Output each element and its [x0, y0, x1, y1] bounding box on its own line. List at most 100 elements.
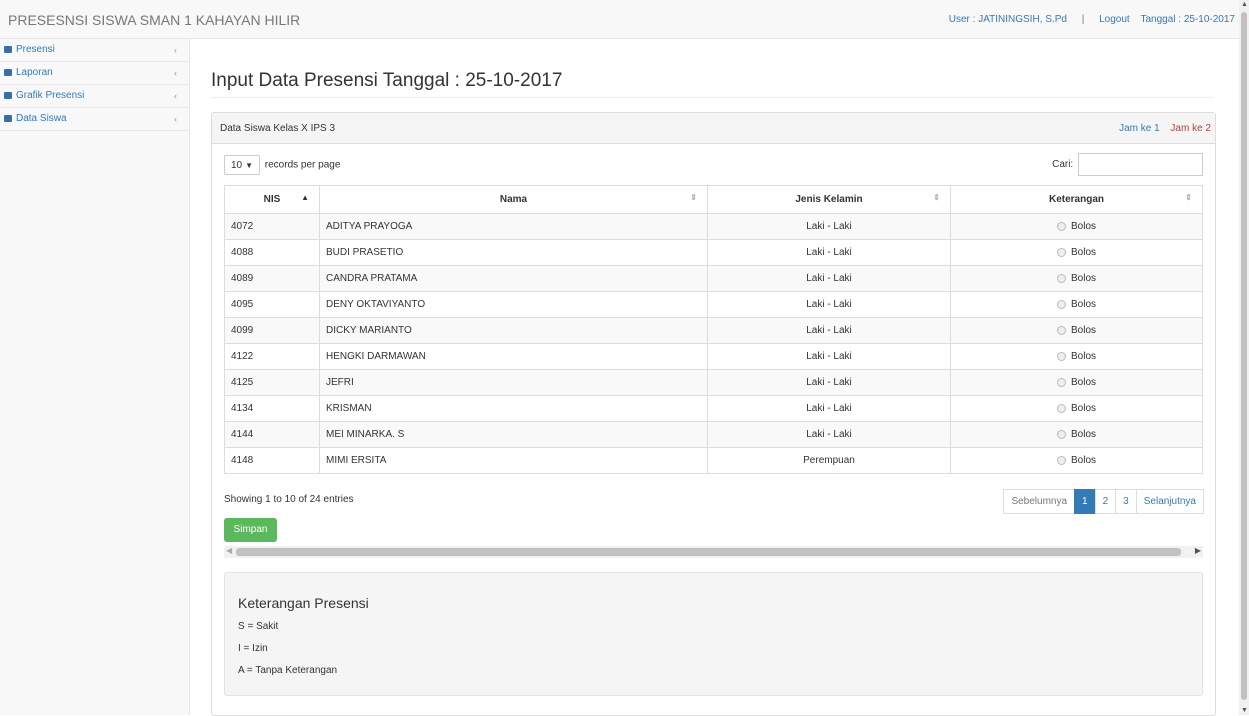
prev-page-button[interactable]: Sebelumnya — [1003, 489, 1076, 514]
next-page-button[interactable]: Selanjutnya — [1135, 489, 1204, 514]
column-header-jenis-kelamin[interactable]: Jenis Kelamin ⇕ — [707, 185, 951, 214]
bolos-radio[interactable] — [1056, 221, 1066, 231]
bolos-radio[interactable] — [1056, 377, 1066, 387]
column-label: Nama — [499, 194, 528, 205]
scroll-down-icon[interactable]: ▼ — [1241, 707, 1248, 714]
vertical-scrollbar[interactable]: ▲ ▼ — [1239, 0, 1249, 715]
bolos-radio[interactable] — [1056, 403, 1066, 413]
table-row: 4144 MEI MINARKA. S Laki - Laki Bolos — [224, 421, 1203, 448]
pagination: Sebelumnya 1 2 3 Selanjutnya — [1003, 489, 1204, 514]
column-header-nis[interactable]: NIS ▲ — [224, 185, 320, 214]
nis-cell: 4148 — [224, 447, 320, 474]
radio-label: Bolos — [1070, 247, 1096, 258]
jam-ke-2-link[interactable]: Jam ke 2 — [1170, 123, 1211, 134]
table-row: 4095 DENY OKTAVIYANTO Laki - Laki Bolos — [224, 291, 1203, 318]
column-label: NIS — [263, 194, 281, 205]
table-row: 4099 DICKY MARIANTO Laki - Laki Bolos — [224, 317, 1203, 344]
radio-label: Bolos — [1070, 429, 1096, 440]
bolos-radio[interactable] — [1056, 273, 1066, 283]
chevron-left-icon: ‹ — [174, 91, 177, 101]
page-2-button[interactable]: 2 — [1094, 489, 1117, 514]
horizontal-scrollbar[interactable]: ◀ ▶ — [224, 546, 1203, 558]
table-row: 4148 MIMI ERSITA Perempuan Bolos — [224, 447, 1203, 474]
keterangan-cell: Bolos — [950, 369, 1203, 396]
sort-icon: ⇕ — [933, 193, 940, 202]
chevron-left-icon: ‹ — [174, 45, 177, 55]
sidebar: Presensi ‹ Laporan ‹ Grafik Presensi ‹ D… — [0, 39, 190, 715]
scroll-right-icon[interactable]: ▶ — [1195, 546, 1201, 555]
logout-link[interactable]: Logout — [1099, 14, 1130, 25]
scrollbar-thumb[interactable] — [236, 548, 1181, 556]
bolos-radio[interactable] — [1056, 455, 1066, 465]
sort-icon: ⇕ — [690, 193, 697, 202]
jenis-kelamin-cell: Laki - Laki — [707, 291, 951, 318]
legend-title: Keterangan Presensi — [238, 595, 369, 611]
nama-cell: DENY OKTAVIYANTO — [319, 291, 708, 318]
keterangan-cell: Bolos — [950, 317, 1203, 344]
page-3-button[interactable]: 3 — [1115, 489, 1137, 514]
nis-cell: 4125 — [224, 369, 320, 396]
nama-cell: MEI MINARKA. S — [319, 421, 708, 448]
radio-label: Bolos — [1070, 273, 1096, 284]
jenis-kelamin-cell: Laki - Laki — [707, 343, 951, 370]
scroll-up-icon[interactable]: ▲ — [1241, 1, 1248, 8]
column-label: Jenis Kelamin — [795, 194, 863, 205]
sidebar-item-data-siswa[interactable]: Data Siswa ‹ — [0, 108, 189, 131]
students-table: NIS ▲ Nama ⇕ Jenis Kelamin ⇕ Keterangan ⇕ 40… — [224, 185, 1203, 474]
keterangan-cell: Bolos — [950, 343, 1203, 370]
legend-line: I = Izin — [238, 643, 268, 654]
records-per-page-select[interactable]: 10 ▼ — [224, 155, 260, 175]
keterangan-cell: Bolos — [950, 239, 1203, 266]
nis-cell: 4089 — [224, 265, 320, 292]
divider — [211, 97, 1214, 98]
search-input[interactable] — [1078, 153, 1203, 176]
jenis-kelamin-cell: Laki - Laki — [707, 239, 951, 266]
nis-cell: 4095 — [224, 291, 320, 318]
jam-links: Jam ke 1 Jam ke 2 — [1119, 123, 1211, 134]
chevron-left-icon: ‹ — [174, 68, 177, 78]
column-header-nama[interactable]: Nama ⇕ — [319, 185, 708, 214]
search-area: Cari: — [1052, 153, 1203, 176]
app-title[interactable]: PRESESNSI SISWA SMAN 1 KAHAYAN HILIR — [8, 12, 300, 28]
nis-cell: 4099 — [224, 317, 320, 344]
column-label: Keterangan — [1048, 194, 1104, 205]
nama-cell: MIMI ERSITA — [319, 447, 708, 474]
jam-ke-1-link[interactable]: Jam ke 1 — [1119, 123, 1160, 134]
jenis-kelamin-cell: Laki - Laki — [707, 395, 951, 422]
bolos-radio[interactable] — [1056, 351, 1066, 361]
students-panel: Data Siswa Kelas X IPS 3 Jam ke 1 Jam ke… — [211, 112, 1216, 716]
keterangan-cell: Bolos — [950, 421, 1203, 448]
radio-label: Bolos — [1070, 325, 1096, 336]
sidebar-item-laporan[interactable]: Laporan ‹ — [0, 62, 189, 85]
top-navbar: PRESESNSI SISWA SMAN 1 KAHAYAN HILIR Use… — [0, 0, 1239, 39]
bolos-radio[interactable] — [1056, 325, 1066, 335]
records-per-page: 10 ▼ records per page — [224, 155, 340, 175]
column-header-keterangan[interactable]: Keterangan ⇕ — [950, 185, 1203, 214]
book-icon — [4, 46, 12, 53]
bolos-radio[interactable] — [1056, 247, 1066, 257]
current-date: Tanggal : 25-10-2017 — [1140, 14, 1235, 25]
sidebar-item-label: Grafik Presensi — [16, 90, 85, 101]
sidebar-item-label: Laporan — [16, 67, 53, 78]
page-1-button[interactable]: 1 — [1074, 489, 1096, 514]
nama-cell: JEFRI — [319, 369, 708, 396]
keterangan-cell: Bolos — [950, 291, 1203, 318]
sidebar-item-grafik-presensi[interactable]: Grafik Presensi ‹ — [0, 85, 189, 108]
table-row: 4125 JEFRI Laki - Laki Bolos — [224, 369, 1203, 396]
bolos-radio[interactable] — [1056, 429, 1066, 439]
users-icon — [4, 115, 12, 122]
page-title: Input Data Presensi Tanggal : 25-10-2017 — [211, 70, 563, 91]
bolos-radio[interactable] — [1056, 299, 1066, 309]
sidebar-item-presensi[interactable]: Presensi ‹ — [0, 39, 189, 62]
nama-cell: BUDI PRASETIO — [319, 239, 708, 266]
table-row: 4134 KRISMAN Laki - Laki Bolos — [224, 395, 1203, 422]
scrollbar-thumb[interactable] — [1241, 12, 1247, 700]
save-button[interactable]: Simpan — [224, 518, 277, 542]
nis-cell: 4122 — [224, 343, 320, 370]
sidebar-item-label: Presensi — [16, 44, 55, 55]
nis-cell: 4072 — [224, 213, 320, 240]
nis-cell: 4088 — [224, 239, 320, 266]
jenis-kelamin-cell: Laki - Laki — [707, 265, 951, 292]
records-per-page-value: 10 — [231, 160, 243, 171]
scroll-left-icon[interactable]: ◀ — [226, 546, 232, 555]
